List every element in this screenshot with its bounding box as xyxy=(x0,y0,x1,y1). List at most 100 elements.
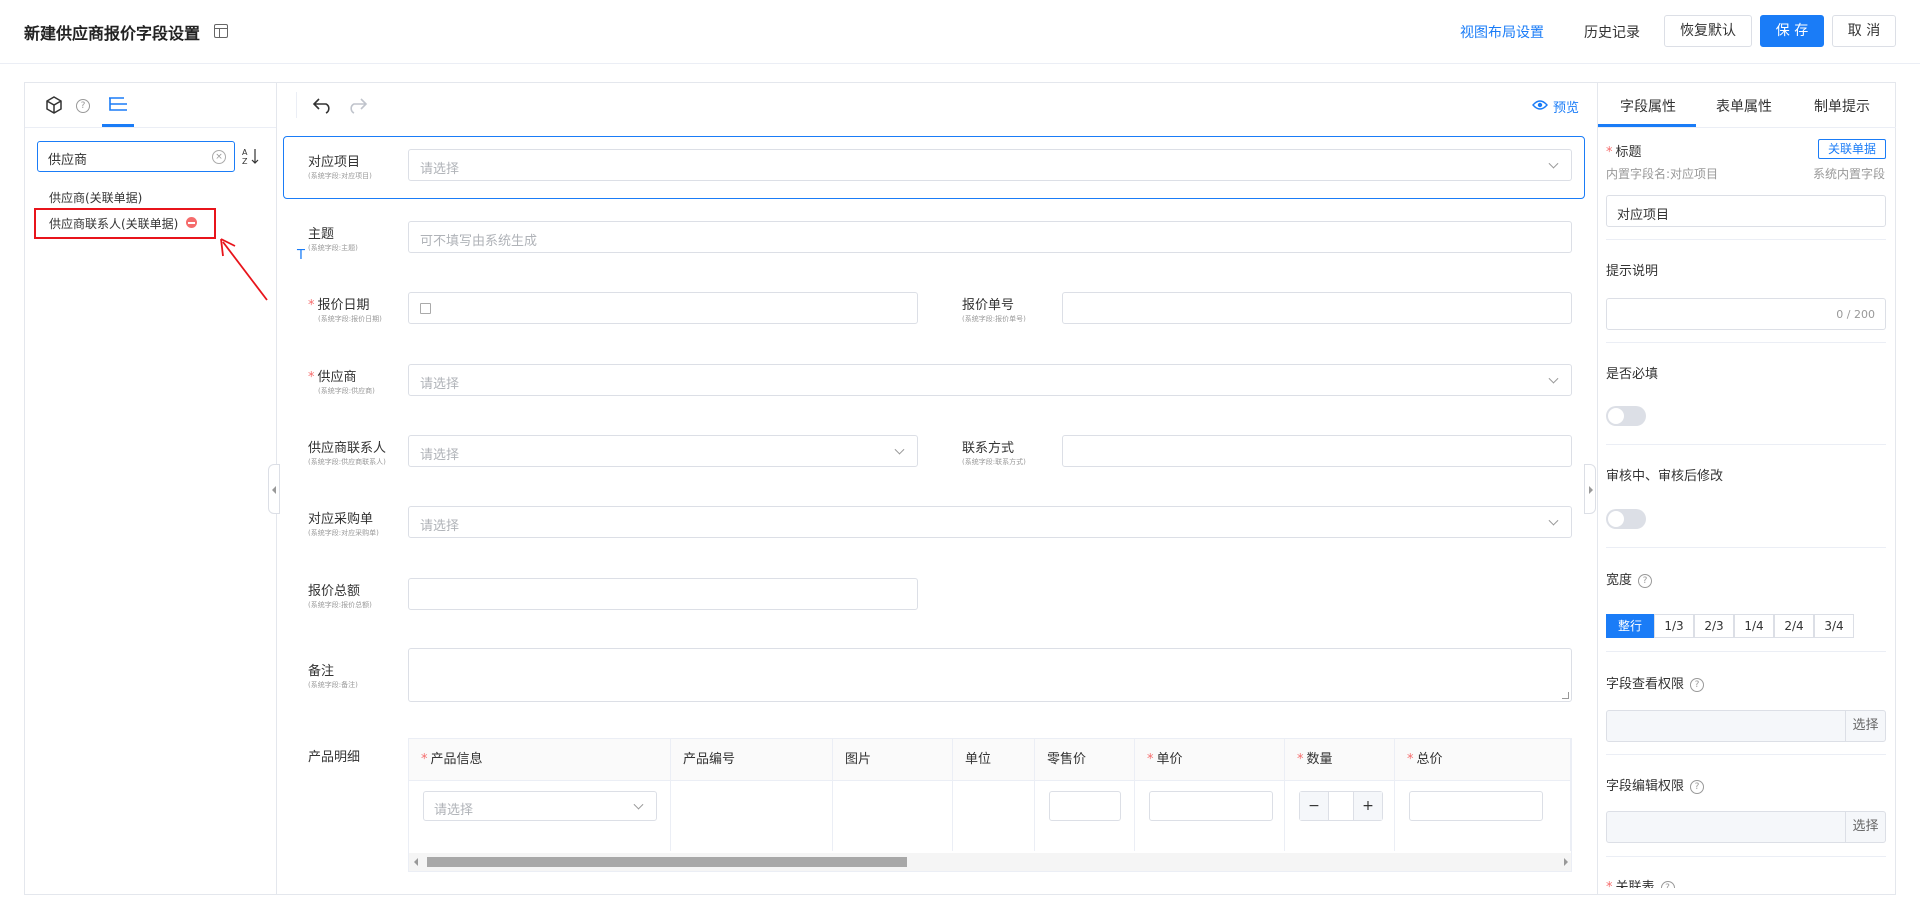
quantity-stepper[interactable]: − + xyxy=(1299,791,1383,821)
chevron-down-icon xyxy=(1548,373,1559,384)
history-link[interactable]: 历史记录 xyxy=(1584,22,1640,42)
quote-total-input[interactable] xyxy=(408,578,918,610)
th-image: 图片 xyxy=(833,739,953,781)
retail-price-input[interactable] xyxy=(1049,791,1121,821)
quote-date-picker[interactable] xyxy=(408,292,918,324)
cube-icon[interactable] xyxy=(44,95,64,119)
width-option-2-4[interactable]: 2/4 xyxy=(1774,614,1814,638)
tree-icon[interactable] xyxy=(106,95,130,119)
table-cell xyxy=(671,781,833,851)
tab-form-tips[interactable]: 制单提示 xyxy=(1814,96,1870,116)
edit-permission-label: 字段编辑权限? xyxy=(1606,775,1705,794)
tab-field-props[interactable]: 字段属性 xyxy=(1620,96,1676,116)
svg-text:Z: Z xyxy=(242,157,248,166)
right-tabs-border xyxy=(1598,127,1896,128)
sort-icon[interactable]: AZ xyxy=(242,146,260,170)
width-option-full[interactable]: 整行 xyxy=(1606,614,1654,638)
help-icon: ? xyxy=(1690,677,1705,692)
divider xyxy=(1606,651,1886,652)
eye-icon[interactable] xyxy=(1532,99,1548,115)
field-label-remarks: 备注 (系统字段:备注) xyxy=(308,664,358,689)
help-icon: ? xyxy=(1660,880,1675,888)
scroll-left-icon xyxy=(414,858,418,866)
title-label: * 标题 xyxy=(1606,145,1642,160)
unit-price-input[interactable] xyxy=(1149,791,1273,821)
tab-form-props[interactable]: 表单属性 xyxy=(1716,96,1772,116)
undo-icon[interactable] xyxy=(312,96,334,118)
required-toggle[interactable] xyxy=(1606,406,1646,426)
audit-edit-toggle[interactable] xyxy=(1606,509,1646,529)
choose-button[interactable]: 选择 xyxy=(1845,812,1885,842)
preview-link[interactable]: 预览 xyxy=(1553,97,1579,116)
divider xyxy=(1606,239,1886,240)
product-info-select[interactable]: 请选择 xyxy=(423,791,657,821)
hint-label: 提示说明 xyxy=(1606,264,1659,279)
supplier-select[interactable]: 请选择 xyxy=(408,364,1572,396)
help-icon[interactable]: ? xyxy=(76,99,90,113)
result-item[interactable]: 供应商(关联单据) xyxy=(49,189,142,206)
svg-text:A: A xyxy=(242,148,248,157)
remarks-textarea[interactable] xyxy=(408,648,1572,702)
clear-icon[interactable]: × xyxy=(212,150,226,164)
plus-button[interactable]: + xyxy=(1353,792,1382,820)
restore-default-button[interactable]: 恢复默认 xyxy=(1664,15,1752,47)
field-label-subject: 主题 (系统字段:主题) xyxy=(308,227,358,252)
save-button[interactable]: 保 存 xyxy=(1760,15,1824,47)
result-item[interactable]: 供应商联系人(关联单据) xyxy=(49,215,178,232)
field-label-project: 对应项目 (系统字段:对应项目) xyxy=(308,155,372,180)
horizontal-scrollbar[interactable] xyxy=(409,853,1571,871)
contact-method-input[interactable] xyxy=(1062,435,1572,467)
view-layout-link[interactable]: 视图布局设置 xyxy=(1460,22,1544,42)
layout-icon[interactable] xyxy=(214,24,228,38)
relation-table-label: * 关联表? xyxy=(1606,876,1886,888)
width-option-3-4[interactable]: 3/4 xyxy=(1814,614,1854,638)
width-label: 宽度? xyxy=(1606,569,1653,588)
relation-table-label-wrap: * 关联表? xyxy=(1606,876,1886,888)
edit-permission-input: 选择 xyxy=(1606,811,1886,843)
chevron-down-icon xyxy=(1548,158,1559,169)
project-select[interactable]: 请选择 xyxy=(408,149,1572,181)
field-label-purchase-order: 对应采购单 (系统字段:对应采购单) xyxy=(308,512,379,537)
th-retail-price: 零售价 xyxy=(1035,739,1135,781)
calendar-icon xyxy=(420,303,431,314)
subject-input[interactable]: 可不填写由系统生成 xyxy=(408,221,1572,253)
annotation-arrow xyxy=(220,238,268,301)
supplier-contact-select[interactable]: 请选择 xyxy=(408,435,918,467)
field-search-input[interactable]: 供应商 × xyxy=(37,141,235,172)
chevron-down-icon xyxy=(633,799,644,810)
redo-icon[interactable] xyxy=(346,96,368,118)
th-quantity: * 数量 xyxy=(1285,739,1395,781)
system-builtin-label: 系统内置字段 xyxy=(1813,167,1886,181)
remove-icon[interactable] xyxy=(186,217,197,228)
divider xyxy=(1606,342,1886,343)
title-input[interactable]: 对应项目 xyxy=(1606,195,1886,227)
total-price-input[interactable] xyxy=(1409,791,1543,821)
help-icon: ? xyxy=(1690,779,1705,794)
field-label-quote-total: 报价总额 (系统字段:报价总额) xyxy=(308,584,372,609)
divider xyxy=(1606,547,1886,548)
field-label-contact-method: 联系方式 (系统字段:联系方式) xyxy=(962,441,1026,466)
scroll-right-icon xyxy=(1564,858,1568,866)
divider xyxy=(1606,856,1886,857)
width-option-1-4[interactable]: 1/4 xyxy=(1734,614,1774,638)
relation-doc-tag: 关联单据 xyxy=(1818,139,1886,159)
product-table: * 产品信息 产品编号 图片 单位 零售价 * 单价 * 数量 * 总价 请选择 − + xyxy=(408,738,1572,872)
cancel-button[interactable]: 取 消 xyxy=(1832,15,1896,47)
quote-no-input[interactable] xyxy=(1062,292,1572,324)
search-value: 供应商 xyxy=(48,153,88,168)
hint-input[interactable]: 0 / 200 xyxy=(1606,298,1886,330)
toolbar-divider xyxy=(296,92,297,118)
active-tab-indicator xyxy=(102,124,134,127)
choose-button[interactable]: 选择 xyxy=(1845,711,1885,741)
th-unit-price: * 单价 xyxy=(1135,739,1285,781)
field-label-quote-no: 报价单号 (系统字段:报价单号) xyxy=(962,298,1026,323)
field-label-supplier: * 供应商 (系统字段:供应商) xyxy=(308,370,375,395)
collapse-left-handle[interactable] xyxy=(268,464,280,514)
width-option-1-3[interactable]: 1/3 xyxy=(1654,614,1694,638)
view-permission-input: 选择 xyxy=(1606,710,1886,742)
width-option-2-3[interactable]: 2/3 xyxy=(1694,614,1734,638)
divider xyxy=(1606,754,1886,755)
collapse-right-handle[interactable] xyxy=(1584,464,1596,514)
purchase-order-select[interactable]: 请选择 xyxy=(408,506,1572,538)
minus-button[interactable]: − xyxy=(1300,792,1329,820)
